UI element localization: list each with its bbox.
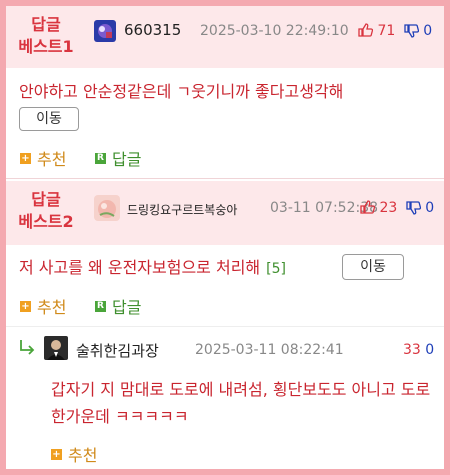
- reply-label: 답글: [112, 298, 142, 317]
- comment-text-body: 저 사고를 왜 운전자보험으로 처리해: [19, 258, 261, 277]
- move-button[interactable]: 이동: [19, 107, 79, 131]
- upvote-count: 23: [379, 200, 398, 216]
- best-badge-line2: 베스트1: [18, 37, 74, 56]
- best-badge: 답글 베스트2: [16, 189, 76, 233]
- reply-button[interactable]: R 답글: [95, 294, 141, 318]
- upvote-count: 71: [377, 23, 396, 39]
- avatar[interactable]: [94, 20, 116, 42]
- reply-arrow-icon: [18, 339, 36, 359]
- nickname[interactable]: 660315: [124, 21, 181, 39]
- plus-square-icon: +: [51, 448, 62, 460]
- comment-text: 안야하고 안순정같은데 ㄱ웃기니까 좋다고생각해: [19, 82, 344, 101]
- reply-square-icon: R: [95, 300, 106, 312]
- avatar[interactable]: [44, 336, 68, 360]
- timestamp: 2025-03-11 08:22:41: [195, 342, 344, 358]
- reply-square-icon: R: [95, 152, 106, 164]
- divider: [6, 178, 444, 179]
- timestamp: 2025-03-10 22:49:10: [200, 23, 349, 39]
- plus-square-icon: +: [20, 152, 31, 164]
- downvote-count: 0: [425, 200, 435, 216]
- thumbs-up-icon[interactable]: [360, 200, 379, 216]
- thumbs-down-icon[interactable]: [404, 23, 423, 39]
- reply-count[interactable]: [5]: [266, 261, 286, 277]
- nickname[interactable]: 드링킹요구르트복숭아: [127, 201, 237, 218]
- thumbs-up-icon[interactable]: [358, 23, 377, 39]
- comment-list: 답글 베스트1 660315 2025-03-10 22:49:10 71 0 …: [6, 6, 444, 469]
- reply-label: 답글: [112, 150, 142, 169]
- recommend-label: 추천: [68, 446, 98, 465]
- recommend-button[interactable]: + 추천: [20, 146, 66, 170]
- best-badge: 답글 베스트1: [16, 14, 76, 58]
- move-button[interactable]: 이동: [342, 254, 404, 280]
- vote-counts: 23 0: [360, 200, 434, 216]
- plus-square-icon: +: [20, 300, 31, 312]
- downvote-count: 0: [425, 342, 435, 358]
- avatar[interactable]: [94, 195, 120, 221]
- recommend-label: 추천: [37, 150, 67, 169]
- upvote-count: 33: [403, 342, 421, 358]
- nickname[interactable]: 술취한김과장: [76, 340, 159, 361]
- reply-button[interactable]: R 답글: [95, 146, 141, 170]
- best-badge-line1: 답글: [31, 15, 61, 34]
- recommend-button[interactable]: + 추천: [51, 442, 97, 466]
- vote-counts: 33 0: [403, 342, 434, 358]
- recommend-label: 추천: [37, 298, 67, 317]
- comment-text: 저 사고를 왜 운전자보험으로 처리해 [5]: [19, 254, 286, 283]
- comment-text: 갑자기 지 맘대로 도로에 내려섬, 횡단보도도 아니고 도로 한가운데 ㅋㅋㅋ…: [51, 380, 431, 426]
- downvote-count: 0: [423, 23, 433, 39]
- recommend-button[interactable]: + 추천: [20, 294, 66, 318]
- best-badge-line1: 답글: [31, 190, 61, 209]
- vote-counts: 71 0: [358, 23, 432, 39]
- divider: [6, 326, 444, 327]
- thumbs-down-icon[interactable]: [406, 200, 425, 216]
- best-badge-line2: 베스트2: [18, 212, 74, 231]
